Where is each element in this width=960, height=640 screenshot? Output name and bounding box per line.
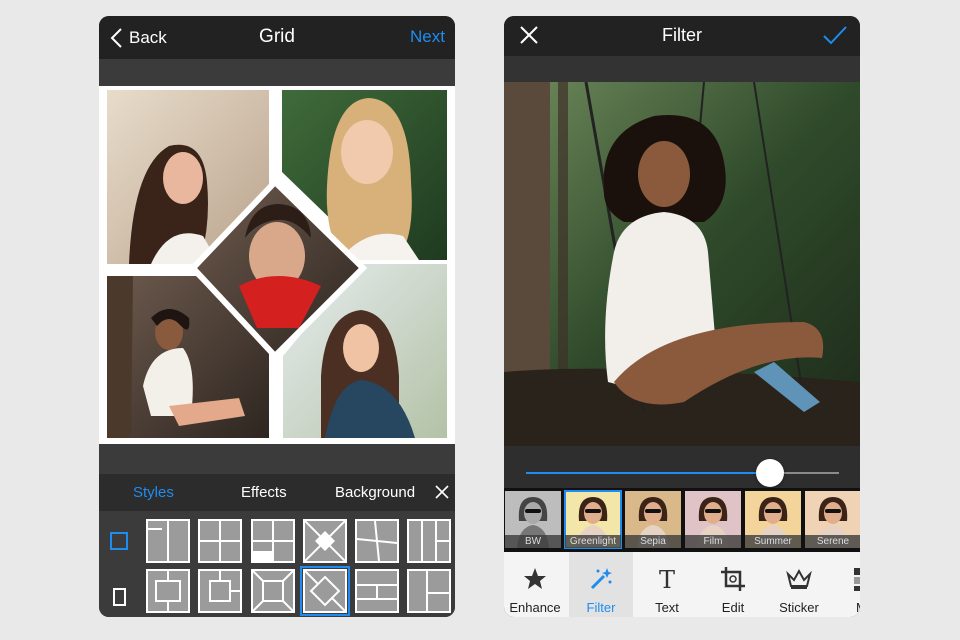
filter-title: Filter bbox=[662, 25, 702, 45]
filter-label: Greenlight bbox=[565, 535, 621, 548]
tool-text[interactable]: T Text bbox=[635, 552, 699, 617]
grid-spacer bbox=[99, 59, 455, 86]
filter-sepia[interactable]: Sepia bbox=[625, 491, 681, 548]
close-icon[interactable] bbox=[435, 485, 449, 499]
slider-track[interactable] bbox=[526, 459, 839, 487]
filter-serene[interactable]: Serene bbox=[805, 491, 860, 548]
template-frame-diagonals[interactable] bbox=[251, 569, 295, 613]
filter-label: Film bbox=[685, 535, 741, 548]
template-center-rect[interactable] bbox=[146, 569, 190, 613]
back-label: Back bbox=[129, 28, 167, 47]
filter-film[interactable]: Film bbox=[685, 491, 741, 548]
filter-label: BW bbox=[505, 535, 561, 548]
crown-icon bbox=[786, 566, 812, 592]
checkmark-icon[interactable] bbox=[822, 24, 848, 46]
template-panel bbox=[99, 511, 455, 617]
filter-label: Summer bbox=[745, 535, 801, 548]
template-four-squares[interactable] bbox=[198, 519, 242, 563]
tab-styles[interactable]: Styles bbox=[133, 484, 174, 501]
tool-label: Filter bbox=[586, 600, 616, 615]
slider-fill bbox=[526, 472, 770, 474]
template-split-columns[interactable] bbox=[407, 569, 451, 613]
tool-sticker[interactable]: Sticker bbox=[767, 552, 831, 617]
chevron-left-icon bbox=[110, 28, 122, 48]
next-button[interactable]: Next bbox=[410, 27, 445, 47]
filter-label: Sepia bbox=[625, 535, 681, 548]
star-icon bbox=[522, 566, 548, 592]
template-diamond-corner[interactable] bbox=[303, 519, 347, 563]
svg-text:T: T bbox=[659, 566, 675, 592]
crop-icon bbox=[720, 566, 746, 592]
filter-top-bar: Filter bbox=[504, 16, 860, 56]
tool-label: Sticker bbox=[779, 600, 819, 615]
tool-label: Edit bbox=[721, 600, 745, 615]
mosaic-icon bbox=[852, 566, 860, 592]
back-button[interactable]: Back bbox=[107, 25, 167, 51]
slider-knob[interactable] bbox=[756, 459, 784, 487]
tool-bar: Enhance Filter T Text Edit Sticker Mo bbox=[504, 552, 860, 617]
template-offset-four[interactable] bbox=[251, 519, 295, 563]
template-two-vertical[interactable] bbox=[146, 519, 190, 563]
filter-label: Serene bbox=[805, 535, 860, 548]
grid-spacer-bottom bbox=[99, 444, 455, 474]
tool-enhance[interactable]: Enhance bbox=[504, 552, 567, 617]
tab-effects[interactable]: Effects bbox=[241, 484, 287, 501]
intensity-slider[interactable] bbox=[504, 446, 860, 488]
tab-background[interactable]: Background bbox=[335, 484, 415, 501]
square-ratio-button[interactable] bbox=[110, 532, 128, 550]
portrait-ratio-button[interactable] bbox=[113, 588, 126, 606]
filter-screen: Filter BW Greenlight Sepia Film Summer S… bbox=[504, 16, 860, 617]
tool-label: Text bbox=[655, 600, 679, 615]
collage-canvas[interactable] bbox=[99, 86, 455, 444]
grid-top-bar: Back Grid Next bbox=[99, 16, 455, 59]
grid-tab-bar: Styles Effects Background bbox=[99, 474, 455, 511]
grid-screen: Back Grid Next Styles Effects Background bbox=[99, 16, 455, 617]
text-icon: T bbox=[654, 566, 680, 594]
tool-edit[interactable]: Edit bbox=[701, 552, 765, 617]
filter-strip: BW Greenlight Sepia Film Summer Serene bbox=[504, 488, 860, 552]
template-nested-squares[interactable] bbox=[198, 569, 242, 613]
tool-mo[interactable]: Mo bbox=[833, 552, 860, 617]
magic-wand-icon bbox=[588, 566, 614, 592]
template-three-columns[interactable] bbox=[407, 519, 451, 563]
filter-summer[interactable]: Summer bbox=[745, 491, 801, 548]
tool-filter[interactable]: Filter bbox=[569, 552, 633, 617]
filter-greenlight[interactable]: Greenlight bbox=[564, 490, 622, 549]
template-center-diamond[interactable] bbox=[300, 566, 350, 616]
tool-label: Mo bbox=[833, 600, 860, 615]
tool-label: Enhance bbox=[509, 600, 561, 615]
template-stacked-rows[interactable] bbox=[355, 569, 399, 613]
template-angled-grid[interactable] bbox=[355, 519, 399, 563]
filter-bw[interactable]: BW bbox=[505, 491, 561, 548]
filter-spacer bbox=[504, 56, 860, 82]
close-icon[interactable] bbox=[519, 25, 539, 45]
filter-preview-photo[interactable] bbox=[504, 81, 860, 446]
